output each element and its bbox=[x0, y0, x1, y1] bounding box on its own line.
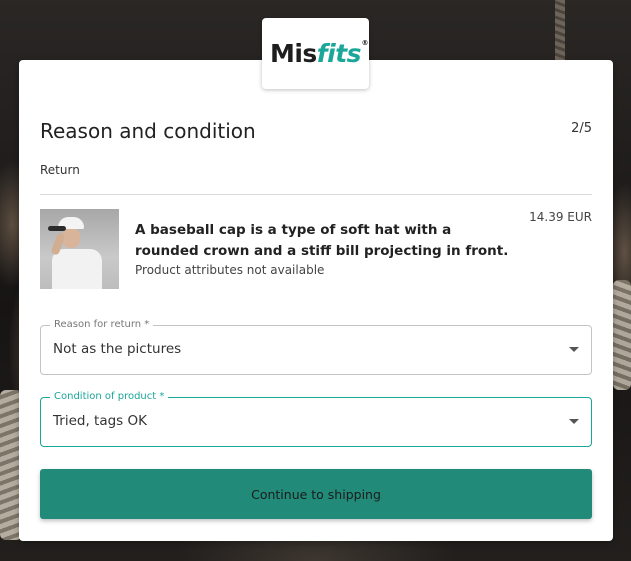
reason-select[interactable]: Reason for return * Not as the pictures bbox=[40, 319, 592, 375]
logo-wordmark: Misfits ® bbox=[269, 39, 369, 68]
continue-to-shipping-button[interactable]: Continue to shipping bbox=[40, 469, 592, 519]
chevron-down-icon[interactable] bbox=[569, 347, 579, 352]
brand-logo: Misfits ® bbox=[262, 18, 369, 89]
reason-value: Not as the pictures bbox=[53, 341, 182, 357]
background-rope bbox=[613, 280, 631, 390]
product-image bbox=[40, 209, 119, 289]
page-subtitle: Return bbox=[40, 163, 80, 177]
condition-select[interactable]: Condition of product * Tried, tags OK bbox=[40, 391, 592, 447]
background-rope bbox=[555, 0, 565, 60]
reason-label: Reason for return * bbox=[50, 319, 154, 330]
logo-accent-text: fits bbox=[316, 39, 362, 68]
page-title: Reason and condition bbox=[40, 119, 256, 143]
registered-mark: ® bbox=[361, 39, 369, 47]
step-indicator: 2/5 bbox=[571, 121, 592, 136]
product-attributes: Product attributes not available bbox=[135, 263, 325, 277]
divider bbox=[40, 194, 592, 195]
logo-text: Mis bbox=[269, 39, 317, 68]
chevron-down-icon[interactable] bbox=[569, 419, 579, 424]
product-title: A baseball cap is a type of soft hat wit… bbox=[135, 222, 509, 259]
product-price: 14.39 EUR bbox=[529, 210, 592, 224]
condition-label: Condition of product * bbox=[50, 391, 169, 402]
condition-value: Tried, tags OK bbox=[53, 413, 147, 429]
